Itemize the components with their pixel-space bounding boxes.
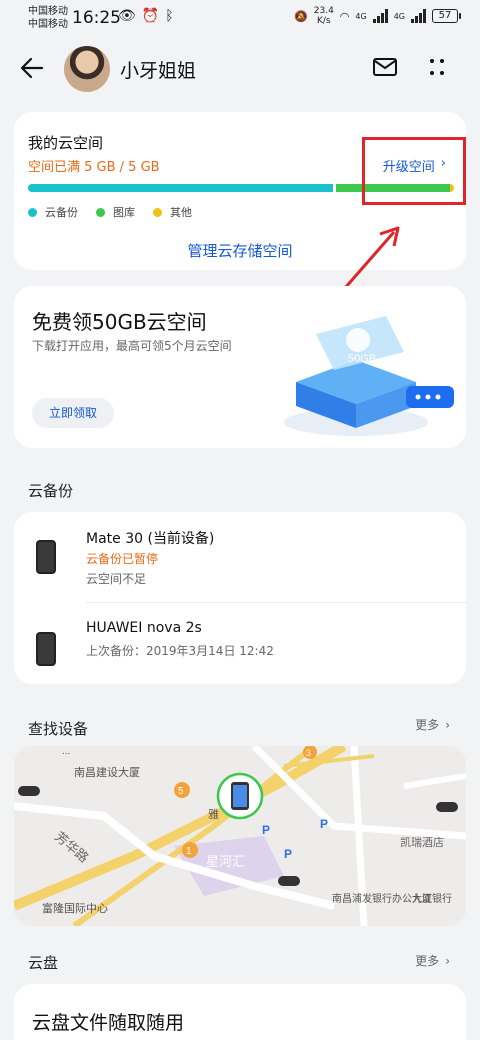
- device-row-mate30[interactable]: Mate 30 (当前设备) 云备份已暂停 云空间不足: [14, 512, 466, 598]
- chevron-right-icon: ›: [445, 717, 450, 732]
- more-options-icon[interactable]: [426, 56, 448, 78]
- status-icons-left: 👁 ⏰ ᛒ: [118, 8, 174, 24]
- avatar[interactable]: [64, 46, 110, 92]
- map-canvas: ... 南昌建设大厦 芳华路 星河汇 富隆国际中心 南昌浦发银行办公大厦 九江银…: [14, 746, 466, 926]
- promo-card[interactable]: 免费领50GB云空间 下载打开应用，最高可领5个月云空间 立即领取 50GB: [14, 286, 466, 448]
- username[interactable]: 小牙姐姐: [120, 56, 196, 83]
- legend-dot: [153, 207, 162, 217]
- map-label: 雅: [208, 807, 219, 821]
- legend-dot: [28, 207, 37, 217]
- carrier-1: 中国移动: [28, 6, 68, 17]
- backup-card: Mate 30 (当前设备) 云备份已暂停 云空间不足 HUAWEI nova …: [14, 512, 466, 684]
- promo-badge: 50GB: [348, 353, 376, 365]
- backup-note: 云空间不足: [86, 572, 147, 586]
- cloud-storage-illustration-icon: 50GB: [284, 316, 454, 436]
- network-type-2: 4G: [393, 11, 405, 21]
- eye-icon: 👁: [118, 8, 136, 24]
- signal-icon: [372, 9, 388, 23]
- parking-marker: P: [320, 817, 328, 831]
- alarm-icon: ⏰: [141, 8, 160, 24]
- cloud-disk-card[interactable]: 云盘文件随取随用: [14, 984, 466, 1040]
- status-icons-right: 🔕 23.4 K/s ◠ 4G 4G 57: [294, 6, 461, 26]
- map-label: ...: [62, 746, 70, 757]
- backup-status: 云备份已暂停: [86, 552, 159, 566]
- legend-item-backup: 云备份: [28, 204, 78, 220]
- network-speed: 23.4 K/s: [314, 6, 334, 26]
- section-title-find-device: 查找设备: [28, 720, 89, 738]
- bar-segment-backup: [28, 184, 333, 192]
- mute-icon: 🔕: [294, 9, 308, 23]
- backup-status: 上次备份：2019年3月14日 12:42: [86, 644, 274, 658]
- map-label: 九江银行: [412, 892, 452, 905]
- cloud-disk-title: 云盘文件随取随用: [32, 1012, 185, 1034]
- parking-marker: P: [284, 847, 292, 861]
- divider: [86, 602, 466, 603]
- network-type-1: 4G: [355, 11, 367, 21]
- storage-title: 我的云空间: [28, 134, 104, 152]
- signal-icon-2: [411, 9, 426, 23]
- map-label: 星河汇: [206, 854, 245, 869]
- parking-marker: P: [262, 823, 270, 837]
- bluetooth-icon: ᛒ: [165, 8, 174, 24]
- mail-icon[interactable]: [372, 56, 398, 78]
- device-name: HUAWEI nova 2s: [86, 620, 202, 636]
- speed-unit: K/s: [316, 16, 331, 26]
- device-row-nova2s[interactable]: HUAWEI nova 2s 上次备份：2019年3月14日 12:42: [14, 604, 466, 684]
- section-title-cloud-disk: 云盘: [28, 954, 59, 972]
- more-label: 更多: [415, 954, 440, 968]
- device-location-map[interactable]: ... 南昌建设大厦 芳华路 星河汇 富隆国际中心 南昌浦发银行办公大厦 九江银…: [14, 746, 466, 926]
- more-label: 更多: [415, 718, 440, 732]
- phone-icon: [36, 632, 56, 666]
- legend-item-other: 其他: [153, 204, 192, 220]
- back-arrow-icon[interactable]: [18, 54, 46, 82]
- chevron-right-icon: ›: [445, 953, 450, 968]
- battery-icon: 57: [432, 9, 461, 23]
- carrier-2: 中国移动: [28, 19, 68, 30]
- cloud-disk-more-link[interactable]: 更多 ›: [415, 952, 450, 969]
- map-label: 凯瑞酒店: [400, 835, 444, 849]
- annotation-highlight-box: [362, 137, 466, 205]
- storage-legend: 云备份 图库 其他: [28, 204, 192, 220]
- map-marker: 1: [186, 846, 192, 857]
- map-label: 富隆国际中心: [42, 901, 108, 915]
- promo-description: 下载打开应用，最高可领5个月云空间: [32, 339, 232, 353]
- find-device-more-link[interactable]: 更多 ›: [415, 716, 450, 733]
- claim-now-button[interactable]: 立即领取: [32, 398, 114, 428]
- section-title-backup: 云备份: [28, 482, 74, 500]
- wifi-icon: ◠: [339, 9, 350, 23]
- app-header: 小牙姐姐: [0, 40, 480, 96]
- storage-usage: 空间已满 5 GB / 5 GB: [28, 160, 160, 175]
- map-marker: 3: [306, 748, 311, 758]
- clock: 16:25: [72, 8, 121, 28]
- status-bar: 中国移动 中国移动 16:25 👁 ⏰ ᛒ 🔕 23.4 K/s ◠ 4G 4G…: [0, 0, 480, 36]
- device-name: Mate 30 (当前设备): [86, 531, 215, 547]
- promo-title: 免费领50GB云空间: [32, 310, 207, 334]
- map-label: 南昌建设大厦: [74, 765, 140, 779]
- legend-dot: [96, 207, 105, 217]
- map-marker: 5: [178, 786, 184, 797]
- phone-icon: [36, 540, 56, 574]
- legend-item-gallery: 图库: [96, 204, 135, 220]
- speed-value: 23.4: [313, 6, 334, 16]
